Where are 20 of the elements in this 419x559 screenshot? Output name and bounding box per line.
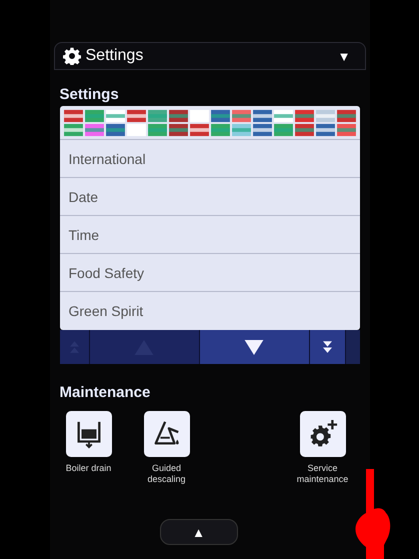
scroll-button[interactable]	[200, 330, 310, 364]
gear-icon	[62, 47, 80, 65]
maintenance-label: Boiler drain	[64, 463, 112, 474]
maintenance-label: Guided descaling	[146, 463, 187, 485]
scroll-button[interactable]	[310, 330, 346, 364]
settings-item[interactable]: Food Safety	[60, 254, 360, 292]
expand-tab[interactable]: ▲	[160, 519, 238, 545]
section-heading: Maintenance	[60, 384, 152, 401]
double-down-arrow-icon	[322, 340, 332, 354]
settings-dropdown[interactable]: Settings ▼	[54, 42, 366, 70]
maintenance-button[interactable]	[144, 411, 190, 457]
settings-item[interactable]: Date	[60, 178, 360, 216]
settings-item[interactable]: International	[60, 140, 360, 178]
settings-item[interactable]: Green Spirit	[60, 292, 360, 330]
maintenance-button[interactable]	[66, 411, 112, 457]
section-heading: Settings	[60, 86, 120, 103]
maintenance-button[interactable]	[300, 411, 346, 457]
down-arrow-icon	[244, 340, 264, 354]
settings-item[interactable]: Time	[60, 216, 360, 254]
maintenance-label: Service maintenance	[296, 463, 350, 485]
